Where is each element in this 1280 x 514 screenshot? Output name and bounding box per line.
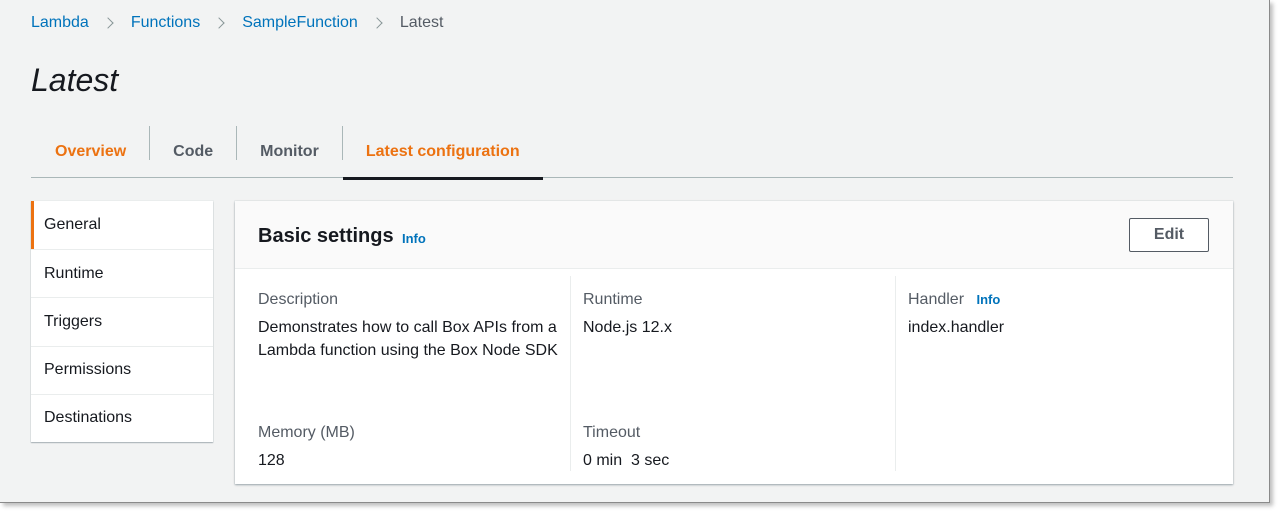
runtime-value: Node.js 12.x (583, 319, 672, 336)
memory-value: 128 (258, 452, 285, 469)
handler-value: index.handler (908, 319, 1005, 336)
timeout-field: Timeout 0 min 3 sec (583, 409, 669, 472)
memory-field: Memory (MB) 128 (258, 409, 355, 472)
tab-overview[interactable]: Overview (31, 126, 149, 178)
runtime-label: Runtime (583, 291, 643, 308)
app-frame: Lambda Functions SampleFunction Latest L… (0, 0, 1270, 503)
timeout-value: 0 min 3 sec (583, 452, 670, 469)
edit-button[interactable]: Edit (1129, 218, 1209, 252)
settings-grid: Description Demonstrates how to call Box… (235, 270, 1233, 471)
column-description: Description Demonstrates how to call Box… (258, 276, 571, 471)
side-nav-item-general[interactable]: General (31, 201, 213, 250)
panel-header: Basic settings Info Edit (235, 201, 1233, 269)
tab-bar: Overview Code Monitor Latest configurati… (31, 126, 1233, 180)
panel-title: Basic settings (258, 225, 394, 247)
breadcrumb: Lambda Functions SampleFunction Latest (31, 13, 443, 33)
side-nav-item-permissions[interactable]: Permissions (31, 345, 213, 394)
column-runtime: Runtime Node.js 12.x Timeout 0 min 3 sec (570, 276, 895, 471)
description-value: Demonstrates how to call Box APIs from a… (258, 319, 558, 359)
description-label: Description (258, 291, 339, 308)
breadcrumb-samplefunction[interactable]: SampleFunction (242, 14, 358, 32)
side-nav-item-runtime[interactable]: Runtime (31, 249, 213, 297)
chevron-right-icon (213, 17, 225, 29)
breadcrumb-current: Latest (399, 14, 444, 31)
handler-label-row: Handler Info (908, 290, 1195, 310)
config-side-nav: General Runtime Triggers Permissions Des… (31, 201, 213, 442)
chevron-right-icon (102, 17, 114, 29)
memory-label: Memory (MB) (258, 424, 355, 441)
side-nav-item-triggers[interactable]: Triggers (31, 297, 213, 345)
page-title: Latest (31, 62, 119, 98)
handler-label: Handler (908, 291, 965, 308)
tab-code[interactable]: Code (150, 126, 236, 178)
chevron-right-icon (371, 17, 383, 29)
tab-monitor[interactable]: Monitor (237, 126, 342, 178)
basic-settings-panel: Basic settings Info Edit Description Dem… (235, 201, 1233, 484)
tab-latest-configuration[interactable]: Latest configuration (342, 126, 543, 180)
column-handler: Handler Info index.handler (895, 276, 1195, 471)
breadcrumb-functions[interactable]: Functions (131, 14, 200, 32)
basic-settings-info-link[interactable]: Info (402, 231, 426, 246)
handler-info-link[interactable]: Info (976, 292, 1000, 307)
breadcrumb-lambda[interactable]: Lambda (31, 14, 89, 32)
timeout-label: Timeout (583, 424, 641, 441)
side-nav-item-destinations[interactable]: Destinations (31, 393, 213, 442)
